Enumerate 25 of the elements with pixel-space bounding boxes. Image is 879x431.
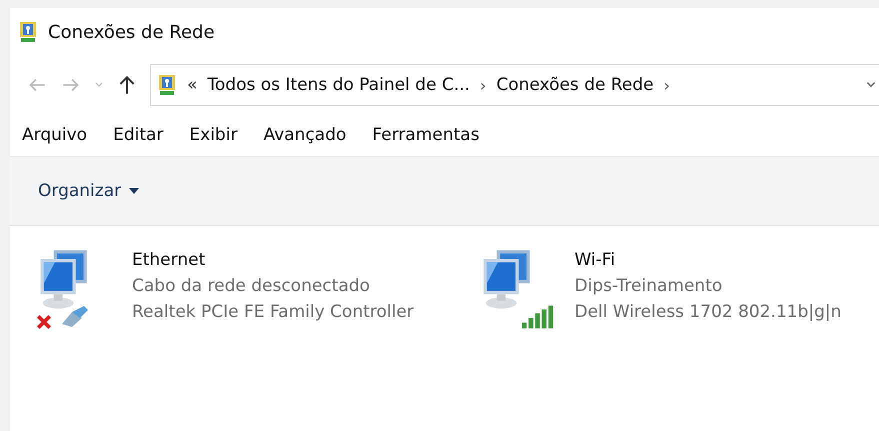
caret-icon [129, 188, 140, 194]
address-bar[interactable]: « Todos os Itens do Painel de C... › Conexões de Rede › [150, 64, 879, 106]
adapter-name[interactable]: Wi-Fi [574, 250, 842, 270]
breadcrumb-separator[interactable]: › [480, 76, 486, 94]
window-title: Conexões de Rede [48, 22, 215, 42]
adapter-device: Realtek PCIe FE Family Controller [132, 302, 414, 322]
adapter-status: Cabo da rede desconectado [132, 276, 371, 296]
error-cross-icon [36, 314, 52, 330]
adapter-status: Dips-Treinamento [574, 276, 724, 296]
breadcrumb[interactable]: Todos os Itens do Painel de C... [207, 75, 470, 95]
menu-item[interactable]: Arquivo [22, 125, 88, 145]
menu-item[interactable]: Editar [113, 125, 164, 145]
overflow-chevron[interactable]: « [187, 75, 198, 95]
network-folder-icon [18, 21, 38, 43]
organize-button[interactable]: Organizar [34, 177, 144, 205]
signal-bars-icon [520, 304, 554, 330]
menu-item[interactable]: Exibir [189, 125, 238, 145]
adapter-device: Dell Wireless 1702 802.11b|g|n [574, 302, 842, 322]
breadcrumb-separator[interactable]: › [664, 76, 670, 94]
network-plug-icon [60, 304, 90, 328]
network-folder-icon [157, 74, 177, 96]
menu-item[interactable]: Ferramentas [372, 125, 480, 145]
adapter-name[interactable]: Ethernet [132, 250, 414, 270]
breadcrumb[interactable]: Conexões de Rede [496, 75, 654, 95]
menu-item[interactable]: Avançado [263, 125, 346, 145]
